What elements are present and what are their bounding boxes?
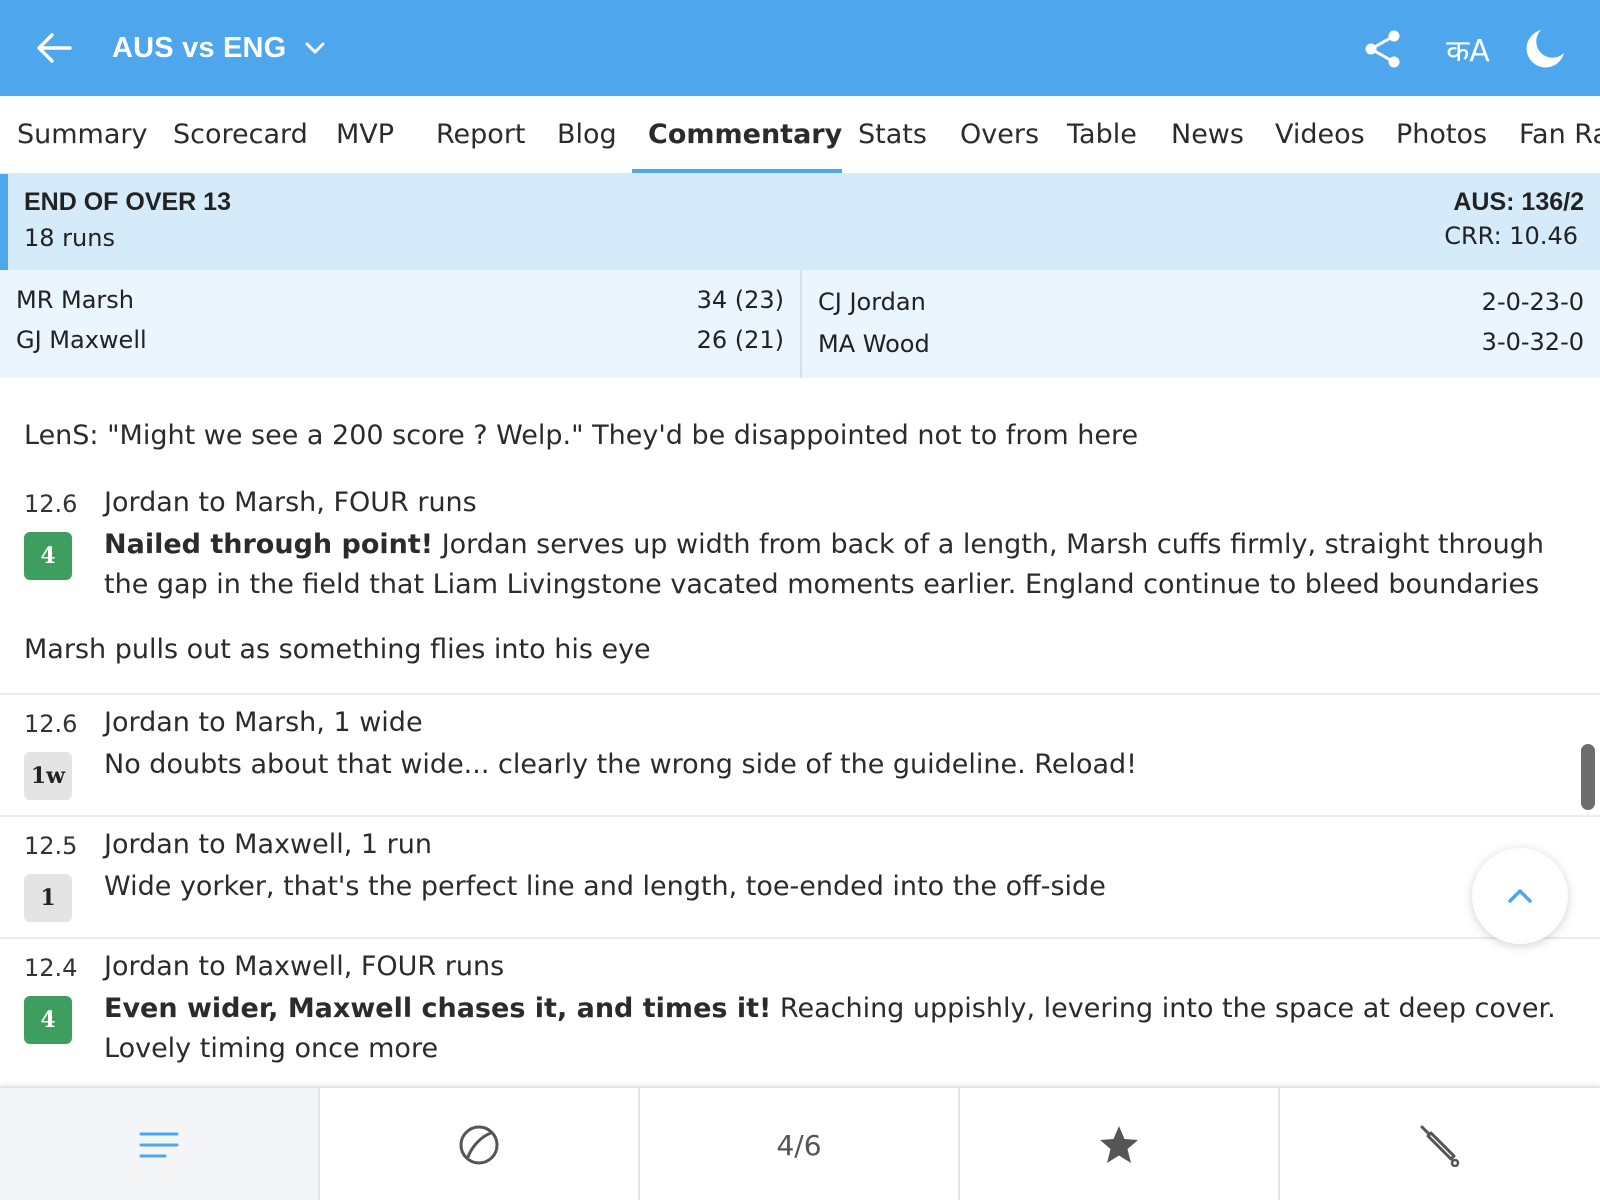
active-tab-indicator <box>632 169 842 173</box>
tab-summary[interactable]: Summary <box>17 96 147 173</box>
tab-videos[interactable]: Videos <box>1275 96 1365 173</box>
team-score: AUS: 136/2 <box>1453 188 1584 216</box>
run-badge: 1w <box>24 752 72 800</box>
ball-description: No doubts about that wide... clearly the… <box>104 749 1137 780</box>
batter-score: 34 (23) <box>696 286 784 314</box>
dark-mode-button[interactable] <box>1520 24 1570 74</box>
ball-commentary: 12.6 1w Jordan to Marsh, 1 wide No doubt… <box>0 707 1600 810</box>
batters-bowlers-panel: MR Marsh 34 (23) GJ Maxwell 26 (21) CJ J… <box>0 270 1600 378</box>
ball-commentary: 12.6 4 Jordan to Marsh, FOUR runs Nailed… <box>0 487 1600 610</box>
tab-commentary[interactable]: Commentary <box>648 96 842 173</box>
ball-commentary: 12.5 1 Jordan to Maxwell, 1 run Wide yor… <box>0 829 1600 932</box>
tab-bar: Summary Scorecard MVP Report Blog Commen… <box>0 96 1600 174</box>
divider <box>0 815 1600 817</box>
batter-name: GJ Maxwell <box>16 326 147 354</box>
commentary-note: Marsh pulls out as something flies into … <box>24 634 651 665</box>
top-app-bar: AUS vs ENG कA <box>0 0 1600 96</box>
commentary-feed[interactable]: LenS: "Might we see a 200 score ? Welp."… <box>0 378 1600 1086</box>
scrollbar-thumb[interactable] <box>1581 744 1595 810</box>
star-icon <box>1100 1126 1138 1163</box>
moon-icon <box>1526 30 1564 68</box>
ball-number: 12.4 <box>24 954 78 982</box>
panel-divider <box>800 270 802 378</box>
tab-news[interactable]: News <box>1171 96 1244 173</box>
divider <box>0 937 1600 939</box>
ball-by-ball-button[interactable] <box>320 1088 640 1200</box>
scroll-to-top-button[interactable] <box>1472 848 1568 944</box>
run-badge: 4 <box>24 532 72 580</box>
tab-fan-ratings[interactable]: Fan Ra <box>1519 96 1600 173</box>
run-badge: 1 <box>24 874 72 922</box>
bat-icon <box>1420 1125 1460 1167</box>
ball-icon <box>459 1125 499 1165</box>
ball-highlight: Even wider, Maxwell chases it, and times… <box>104 993 772 1024</box>
ball-description: Nailed through point! Jordan serves up w… <box>104 525 1564 605</box>
chevron-up-icon <box>1508 889 1532 903</box>
tab-blog[interactable]: Blog <box>557 96 617 173</box>
bowler-figures: 2-0-23-0 <box>1481 288 1584 316</box>
batting-view-button[interactable] <box>1280 1088 1600 1200</box>
bowler-name: CJ Jordan <box>818 288 926 316</box>
ball-number: 12.6 <box>24 490 78 518</box>
batter-score: 26 (21) <box>696 326 784 354</box>
back-arrow-icon <box>37 33 72 63</box>
list-icon <box>139 1132 179 1158</box>
ball-description: Even wider, Maxwell chases it, and times… <box>104 989 1564 1069</box>
tab-table[interactable]: Table <box>1067 96 1137 173</box>
page-indicator[interactable]: 4/6 <box>640 1088 960 1200</box>
ball-highlight: Nailed through point! <box>104 529 434 560</box>
chevron-down-icon <box>305 42 325 54</box>
tab-report[interactable]: Report <box>436 96 526 173</box>
tab-stats[interactable]: Stats <box>858 96 927 173</box>
ball-headline: Jordan to Maxwell, 1 run <box>104 829 432 860</box>
ball-headline: Jordan to Marsh, 1 wide <box>104 707 423 738</box>
commentary-note: LenS: "Might we see a 200 score ? Welp."… <box>24 420 1139 451</box>
highlights-button[interactable] <box>960 1088 1280 1200</box>
ball-description: Wide yorker, that's the perfect line and… <box>104 871 1106 902</box>
page-counter: 4/6 <box>776 1128 822 1162</box>
batter-name: MR Marsh <box>16 286 135 314</box>
bowler-name: MA Wood <box>818 330 930 358</box>
bottom-navigation: 4/6 <box>0 1086 1600 1200</box>
ball-commentary: 12.4 4 Jordan to Maxwell, FOUR runs Even… <box>0 951 1600 1084</box>
tab-overs[interactable]: Overs <box>960 96 1039 173</box>
over-runs: 18 runs <box>24 224 115 252</box>
end-of-over-title: END OF OVER 13 <box>24 188 231 216</box>
run-badge: 4 <box>24 996 72 1044</box>
end-of-over-summary: END OF OVER 13 18 runs AUS: 136/2 CRR: 1… <box>0 174 1600 270</box>
match-title: AUS vs ENG <box>112 31 287 64</box>
commentary-view-button[interactable] <box>0 1088 320 1200</box>
ball-number: 12.6 <box>24 710 78 738</box>
back-button[interactable] <box>28 22 80 74</box>
share-icon <box>1365 30 1400 68</box>
bowler-figures: 3-0-32-0 <box>1481 328 1584 356</box>
ball-headline: Jordan to Maxwell, FOUR runs <box>104 951 505 982</box>
current-run-rate: CRR: 10.46 <box>1444 222 1578 250</box>
share-button[interactable] <box>1358 24 1408 74</box>
ball-headline: Jordan to Marsh, FOUR runs <box>104 487 477 518</box>
tab-photos[interactable]: Photos <box>1396 96 1487 173</box>
tab-scorecard[interactable]: Scorecard <box>173 96 308 173</box>
language-label: कA <box>1446 33 1490 69</box>
match-selector[interactable]: AUS vs ENG <box>112 28 328 68</box>
summary-accent-bar <box>0 174 8 270</box>
ball-number: 12.5 <box>24 832 78 860</box>
tab-mvp[interactable]: MVP <box>336 96 394 173</box>
language-button[interactable]: कA <box>1438 24 1498 74</box>
divider <box>0 693 1600 695</box>
